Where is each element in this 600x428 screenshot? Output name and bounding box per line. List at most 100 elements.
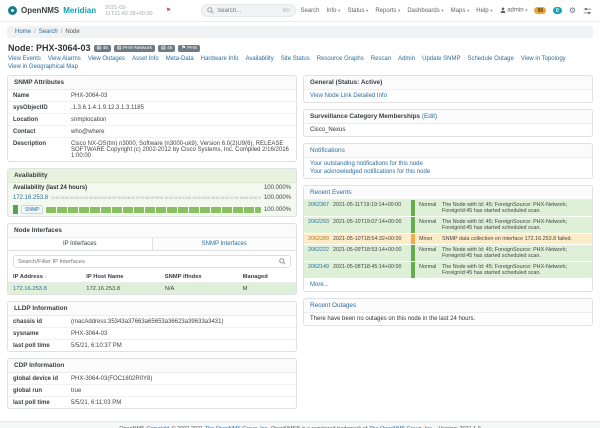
severity-strip xyxy=(411,245,415,261)
snmp-service-link[interactable]: SNMP xyxy=(21,205,43,214)
link-view-outages[interactable]: View Outages xyxy=(88,56,125,62)
panel-title: Recent Events xyxy=(304,186,592,200)
link-schedule-outage[interactable]: Schedule Outage xyxy=(467,56,513,62)
cell-ip-host-name: 172.16.253.8 xyxy=(81,283,159,295)
node-action-links: View Events View Alarms View Outages Ass… xyxy=(0,54,600,73)
link-view-alarms[interactable]: View Alarms xyxy=(48,56,81,62)
link-resource-graphs[interactable]: Resource Graphs xyxy=(317,56,364,62)
cell-ip-address[interactable]: 172.16.253.8 xyxy=(8,283,81,295)
global-search-input[interactable] xyxy=(217,8,279,14)
event-id-link[interactable]: 2062149 xyxy=(304,262,332,278)
table-row: sysObjectID.1.3.6.1.4.1.9.12.3.1.3.1185 xyxy=(8,102,296,114)
table-row[interactable]: 172.16.253.8 172.16.253.8 N/A M xyxy=(8,283,296,295)
event-row[interactable]: 2062222 2021-05-09T18:53:14+00:00 Normal… xyxy=(304,245,592,262)
nav-user-menu[interactable]: admin ▾ xyxy=(500,7,528,14)
table-row: Locationsnmplocation xyxy=(8,114,296,126)
left-column: SNMP Attributes NamePHX-3064-03 sysObjec… xyxy=(7,75,297,415)
panel-title: General (Status: Active) xyxy=(304,76,592,90)
link-update-snmp[interactable]: Update SNMP xyxy=(422,56,460,62)
more-events-link[interactable]: More... xyxy=(310,282,329,288)
event-row[interactable]: 2062289 2021-05-10T18:54:32+00:00 Minor … xyxy=(304,234,592,245)
table-row: last poll time5/5/21, 6:11:03 PM xyxy=(8,397,296,408)
table-row: chassis id(macAddress:35343a37663a65653a… xyxy=(8,316,296,328)
table-row: Contactwho@where xyxy=(8,126,296,138)
foreign-id-badge[interactable]: ▤45 xyxy=(158,45,175,52)
edit-categories-link[interactable]: (Edit) xyxy=(422,113,437,120)
event-severity: Normal xyxy=(418,217,441,233)
nav-help[interactable]: Help ▾ xyxy=(476,8,492,14)
global-search[interactable]: ⌘K xyxy=(201,4,296,17)
panel-title: SNMP Attributes xyxy=(8,76,296,90)
chevron-down-icon: ▾ xyxy=(441,8,443,13)
event-row[interactable]: 2062367 2021-05-11T19:19:14+00:00 Normal… xyxy=(304,200,592,217)
interface-filter[interactable] xyxy=(13,255,291,268)
nav-maps[interactable]: Maps ▾ xyxy=(451,8,470,14)
event-row[interactable]: 2062149 2021-05-08T18:45:14+00:00 Normal… xyxy=(304,262,592,279)
breadcrumb-search[interactable]: Search xyxy=(39,29,58,35)
foreign-source-badge[interactable]: ▤PHX-Network xyxy=(114,45,155,52)
nav-status[interactable]: Status ▾ xyxy=(347,8,368,14)
col-ip-address[interactable]: IP Address ↕ xyxy=(8,272,81,283)
link-site-status[interactable]: Site Status xyxy=(281,56,310,62)
right-column: General (Status: Active) View Node Link … xyxy=(303,75,593,415)
field-value: PHX-3064-03(FOC1802R0Y8) xyxy=(66,373,296,384)
breadcrumb-home[interactable]: Home xyxy=(15,29,31,35)
tab-snmp-interfaces[interactable]: SNMP Interfaces xyxy=(153,238,297,250)
link-meta-data[interactable]: Meta-Data xyxy=(166,56,194,62)
interface-ip-link[interactable]: 172.16.253.8 xyxy=(13,195,48,201)
event-row[interactable]: 2062293 2021-05-10T19:07:14+00:00 Normal… xyxy=(304,217,592,234)
opennms-logo-icon[interactable] xyxy=(8,6,17,15)
alarm-count-badge[interactable]: 98 xyxy=(534,7,546,14)
gear-icon[interactable]: ⚙ xyxy=(569,7,576,15)
node-interfaces-panel: Node Interfaces IP Interfaces SNMP Inter… xyxy=(7,223,297,295)
location-badge[interactable]: ⚑PHX xyxy=(178,45,200,52)
acknowledged-notifications-link[interactable]: Your acknowledged notifications for this… xyxy=(310,169,430,175)
interface-availability-value: 100.000% xyxy=(264,195,291,201)
link-rescan[interactable]: Rescan xyxy=(371,56,391,62)
view-node-link-detailed-info-link[interactable]: View Node Link Detailed Info xyxy=(310,93,387,99)
nav-reports[interactable]: Reports ▾ xyxy=(375,8,400,14)
event-id-link[interactable]: 2062289 xyxy=(304,234,332,244)
link-admin[interactable]: Admin xyxy=(398,56,415,62)
service-availability-value: 100.000% xyxy=(264,207,291,213)
link-hardware-info[interactable]: Hardware Info xyxy=(201,56,239,62)
link-view-events[interactable]: View Events xyxy=(8,56,41,62)
sort-icon[interactable]: ↕ xyxy=(45,274,48,280)
node-id-badge[interactable]: ▤45 xyxy=(94,45,111,52)
category-membership-value: Cisco_Nexus xyxy=(304,124,592,136)
link-view-in-geographical-map[interactable]: View in Geographical Map xyxy=(8,64,78,70)
link-asset-info[interactable]: Asset Info xyxy=(132,56,159,62)
link-availability[interactable]: Availability xyxy=(245,56,273,62)
field-value: .1.3.6.1.4.1.9.12.3.1.3.1185 xyxy=(66,102,296,113)
no-outages-message: There have been no outages on this node … xyxy=(304,313,592,325)
nav-dashboards[interactable]: Dashboards ▾ xyxy=(407,8,443,14)
event-time: 2021-05-08T18:45:14+00:00 xyxy=(332,262,408,278)
nav-info[interactable]: Info ▾ xyxy=(326,8,340,14)
event-id-link[interactable]: 2062293 xyxy=(304,217,332,233)
ip-interfaces-table: IP Address ↕ IP Host Name SNMP ifIndex M… xyxy=(8,272,296,294)
field-value: true xyxy=(66,385,296,396)
notifications-panel: Notifications Your outstanding notificat… xyxy=(303,143,593,179)
link-view-in-topology[interactable]: View in Topology xyxy=(521,56,566,62)
field-value: 5/5/21, 6:11:03 PM xyxy=(66,397,296,408)
nav-search[interactable]: Search xyxy=(300,8,319,14)
availability-timeline-bar[interactable] xyxy=(46,207,261,213)
event-description: The Node with Id: 45; ForeignSource: PHX… xyxy=(441,262,592,278)
notification-count-badge[interactable]: 0 xyxy=(553,7,562,14)
interface-filter-input[interactable] xyxy=(18,259,279,265)
main-content: SNMP Attributes NamePHX-3064-03 sysObjec… xyxy=(0,73,600,419)
timeline-tick-labels: 22:00 23:00 00:00 01:00 02:00 03:00 04:0… xyxy=(51,196,261,200)
sliders-icon[interactable] xyxy=(583,7,592,15)
recent-outages-panel: Recent Outages There have been no outage… xyxy=(303,298,593,326)
tab-ip-interfaces[interactable]: IP Interfaces xyxy=(8,238,153,250)
col-ip-host-name: IP Host Name xyxy=(81,272,159,283)
brand-name[interactable]: OpenNMS xyxy=(21,6,59,15)
event-description: The Node with Id: 45; ForeignSource: PHX… xyxy=(441,245,592,261)
notice-flag-icon[interactable]: ⚑ xyxy=(166,7,171,14)
lldp-information-panel: LLDP Information chassis id(macAddress:3… xyxy=(7,301,297,352)
event-id-link[interactable]: 2062222 xyxy=(304,245,332,261)
event-id-link[interactable]: 2062367 xyxy=(304,200,332,216)
outstanding-notifications-link[interactable]: Your outstanding notifications for this … xyxy=(310,161,423,167)
event-time: 2021-05-10T18:54:32+00:00 xyxy=(332,234,408,244)
event-time: 2021-05-09T18:53:14+00:00 xyxy=(332,245,408,261)
